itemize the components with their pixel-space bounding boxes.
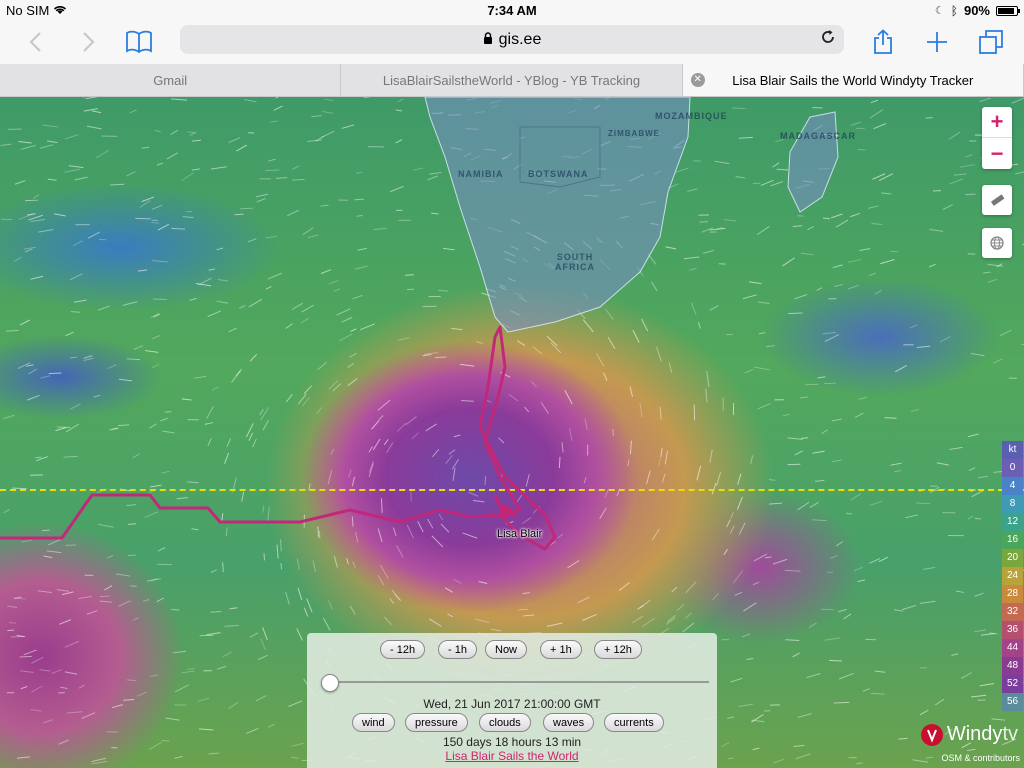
legend-value: 52 — [1002, 675, 1023, 693]
legend-value: 8 — [1002, 495, 1023, 513]
close-tab-icon[interactable]: ✕ — [690, 73, 705, 87]
legend-value: 24 — [1002, 567, 1023, 585]
wind-speed-legend: kt 0 4 8 12 16 20 24 28 32 36 44 48 52 56 — [1002, 441, 1023, 711]
back-button[interactable] — [18, 26, 52, 58]
forward-button[interactable] — [72, 26, 106, 58]
windy-logo-icon — [920, 723, 943, 746]
legend-value: 28 — [1002, 585, 1023, 603]
tab-gmail[interactable]: Gmail — [0, 64, 342, 96]
windy-logo[interactable]: Windytv — [920, 723, 1018, 746]
legend-value: 0 — [1002, 459, 1023, 477]
ruler-icon — [990, 194, 1005, 206]
legend-value: 32 — [1002, 603, 1023, 621]
zoom-in-button[interactable]: + — [982, 107, 1012, 138]
legend-value: 16 — [1002, 531, 1023, 549]
plus-icon — [927, 32, 947, 52]
battery-icon — [996, 5, 1020, 16]
boat-label[interactable]: Lisa Blair — [497, 528, 542, 540]
tab-label: LisaBlairSailstheWorld - YBlog - YB Trac… — [382, 72, 641, 88]
map-credits[interactable]: OSM & contributors — [941, 753, 1020, 763]
tab-yb-tracking[interactable]: LisaBlairSailstheWorld - YBlog - YB Trac… — [341, 64, 683, 96]
clock: 7:34 AM — [487, 3, 537, 18]
tabs-icon — [979, 30, 1003, 54]
timeline-panel: - 12h - 1h Now + 1h + 12h Wed, 21 Jun 20… — [307, 633, 717, 768]
tabs-overview-button[interactable] — [974, 26, 1008, 58]
tab-bar: Gmail LisaBlairSailstheWorld - YBlog - Y… — [0, 64, 1024, 97]
status-bar: No SIM 7:34 AM ☾ ᛒ 90% — [0, 0, 1024, 22]
battery-percent: 90% — [963, 3, 990, 18]
logo-text: Windy — [946, 723, 1003, 745]
layer-clouds-button[interactable]: clouds — [479, 713, 531, 732]
legend-value: 56 — [1002, 693, 1023, 711]
globe-button[interactable] — [982, 228, 1012, 258]
chevron-left-icon — [29, 32, 41, 52]
measure-button[interactable] — [982, 185, 1012, 215]
legend-unit: kt — [1002, 441, 1023, 459]
lock-icon — [483, 32, 493, 47]
battery-fill — [998, 7, 1015, 14]
book-icon — [126, 30, 152, 54]
globe-icon — [990, 236, 1004, 250]
bookmarks-button[interactable] — [122, 26, 156, 58]
legend-value: 36 — [1002, 621, 1023, 639]
moon-icon: ☾ — [934, 5, 945, 17]
reload-button[interactable] — [820, 29, 836, 50]
boat-marker[interactable] — [498, 502, 518, 517]
share-icon — [874, 29, 892, 54]
layer-waves-button[interactable]: waves — [543, 713, 595, 732]
layer-wind-button[interactable]: wind — [352, 713, 395, 732]
minus-1h-button[interactable]: - 1h — [438, 640, 477, 659]
reload-icon — [822, 30, 834, 43]
zoom-control: + − — [982, 107, 1012, 169]
logo-suffix: tv — [1002, 723, 1018, 745]
voyage-link[interactable]: Lisa Blair Sails the World — [307, 749, 717, 763]
time-slider-track[interactable] — [323, 681, 709, 683]
legend-value: 48 — [1002, 657, 1023, 675]
forecast-datetime: Wed, 21 Jun 2017 21:00:00 GMT — [423, 697, 601, 711]
browser-toolbar: gis.ee — [0, 22, 1024, 64]
voyage-elapsed: 150 days 18 hours 13 min — [442, 735, 582, 749]
chevron-right-icon — [83, 32, 95, 52]
address-bar[interactable]: gis.ee — [180, 25, 844, 54]
legend-value: 12 — [1002, 513, 1023, 531]
new-tab-button[interactable] — [920, 26, 954, 58]
zoom-out-button[interactable]: − — [982, 138, 1012, 169]
now-button[interactable]: Now — [485, 640, 528, 659]
time-slider-handle[interactable] — [321, 674, 339, 692]
layer-currents-button[interactable]: currents — [604, 713, 664, 732]
plus-1h-button[interactable]: + 1h — [540, 640, 582, 659]
wind-map[interactable]: MOZAMBIQUE ZIMBABWE NAMIBIA BOTSWANA SOU… — [0, 97, 1024, 768]
layer-pressure-button[interactable]: pressure — [405, 713, 468, 732]
legend-value: 4 — [1002, 477, 1023, 495]
tab-windyty-tracker[interactable]: ✕ Lisa Blair Sails the World Windyty Tra… — [682, 64, 1024, 96]
legend-value: 44 — [1002, 639, 1023, 657]
tab-label: Lisa Blair Sails the World Windyty Track… — [732, 72, 974, 88]
legend-value: 20 — [1002, 549, 1023, 567]
share-button[interactable] — [866, 26, 900, 58]
minus-12h-button[interactable]: - 12h — [380, 640, 426, 659]
url-text: gis.ee — [498, 30, 542, 48]
tab-label: Gmail — [153, 72, 188, 88]
plus-12h-button[interactable]: + 12h — [594, 640, 642, 659]
bluetooth-icon: ᛒ — [950, 3, 958, 18]
